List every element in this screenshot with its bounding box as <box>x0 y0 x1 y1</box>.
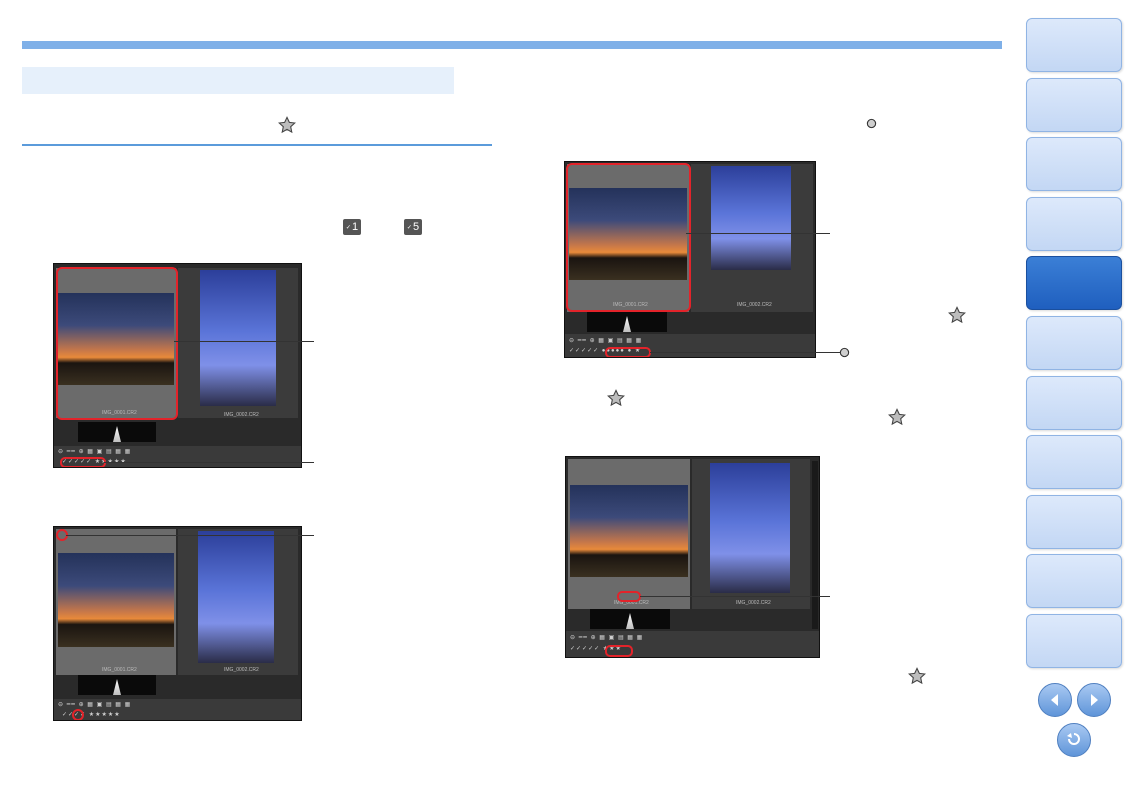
check-mark-1-label: 1 <box>351 221 359 233</box>
star-icon <box>948 306 966 324</box>
highlight-rating-buttons <box>605 347 651 357</box>
sidebar-tab-8[interactable] <box>1026 435 1122 489</box>
thumbnail-cell-selected[interactable]: IMG_0001.CR2 <box>568 459 690 609</box>
night-thumbnail <box>198 531 274 663</box>
sidebar-tab-5-active[interactable] <box>1026 256 1122 310</box>
toolbar-row-top: ⊖ ━━ ⊕ ▦ ▣ ▤ ▦ ▦ <box>58 449 132 455</box>
previous-page-button[interactable] <box>1038 683 1072 717</box>
sidebar-tab-9[interactable] <box>1026 495 1122 549</box>
star-icon <box>908 667 926 685</box>
scrollbar[interactable] <box>812 461 818 629</box>
check-mark-5-icon: ✓ 5 <box>404 219 422 235</box>
histogram <box>78 422 156 442</box>
night-thumbnail <box>711 166 791 270</box>
screenshot-check-marks-panel: IMG_0001.CR2 IMG_0002.CR2 ⊖ ━━ ⊕ ▦ ▣ ▤ ▦… <box>53 263 302 468</box>
thumbnail-cell[interactable]: IMG_0002.CR2 <box>691 164 813 312</box>
sidebar-tab-6[interactable] <box>1026 316 1122 370</box>
dot-icon <box>866 118 877 129</box>
thumbnail-cell-selected[interactable]: IMG_0001.CR2 <box>56 529 176 675</box>
highlight-check-buttons <box>60 457 106 467</box>
screenshot-rating-panel: IMG_0001.CR2 IMG_0002.CR2 ⊖ ━━ ⊕ ▦ ▣ ▤ ▦… <box>564 161 816 358</box>
highlight-selected-image <box>56 267 178 420</box>
next-page-button[interactable] <box>1077 683 1111 717</box>
toolbar: ⊖ ━━ ⊕ ▦ ▣ ▤ ▦ ▦ ✓✓✓✓✓ ★★★ <box>566 631 819 657</box>
subsection-underline <box>22 144 492 146</box>
callout-line <box>174 341 314 342</box>
star-icon <box>278 116 296 134</box>
highlight-rating-on-image <box>617 591 641 602</box>
sidebar-tab-11[interactable] <box>1026 614 1122 668</box>
sidebar-tab-4[interactable] <box>1026 197 1122 251</box>
star-icon <box>888 408 906 426</box>
histogram <box>590 609 670 629</box>
dot-icon <box>839 347 850 358</box>
file-name-label: IMG_0002.CR2 <box>737 302 772 308</box>
check-mark-buttons[interactable]: ✓✓✓✓ ★★★★★ <box>62 711 121 718</box>
toolbar: ⊖ ━━ ⊕ ▦ ▣ ▤ ▦ ▦ ✓✓✓✓ ★★★★★ <box>54 699 301 720</box>
night-thumbnail <box>710 463 790 593</box>
check-mark-1-icon: ✓ 1 <box>343 219 361 235</box>
highlight-selected-image <box>566 163 691 312</box>
page-header-bar <box>22 41 1002 49</box>
thumbnail-cell[interactable]: IMG_0002.CR2 <box>178 529 298 675</box>
previous-page-icon <box>1051 694 1058 706</box>
callout-line <box>104 462 314 463</box>
callout-line <box>640 596 830 597</box>
sidebar-tab-7[interactable] <box>1026 376 1122 430</box>
file-name-label: IMG_0001.CR2 <box>102 667 137 673</box>
sidebar-tab-2[interactable] <box>1026 78 1122 132</box>
night-thumbnail <box>200 270 276 406</box>
toolbar-row-top: ⊖ ━━ ⊕ ▦ ▣ ▤ ▦ ▦ <box>569 338 643 344</box>
file-name-label: IMG_0002.CR2 <box>736 600 771 606</box>
callout-line <box>650 352 840 353</box>
histogram <box>587 312 667 332</box>
next-page-icon <box>1091 694 1098 706</box>
screenshot-rating-applied: IMG_0001.CR2 IMG_0002.CR2 ⊖ ━━ ⊕ ▦ ▣ ▤ ▦… <box>565 456 820 658</box>
sidebar-tab-3[interactable] <box>1026 137 1122 191</box>
toolbar-row-top: ⊖ ━━ ⊕ ▦ ▣ ▤ ▦ ▦ <box>570 635 644 641</box>
return-button[interactable] <box>1057 723 1091 757</box>
callout-line <box>66 535 314 536</box>
file-name-label: IMG_0002.CR2 <box>224 667 259 673</box>
highlight-rating-buttons <box>605 645 633 657</box>
histogram <box>78 675 156 695</box>
check-mark-5-label: 5 <box>412 221 420 233</box>
highlight-check-button <box>72 709 84 720</box>
section-title-box <box>22 67 454 94</box>
sidebar-tab-10[interactable] <box>1026 554 1122 608</box>
toolbar-row-top: ⊖ ━━ ⊕ ▦ ▣ ▤ ▦ ▦ <box>58 702 132 708</box>
callout-line <box>686 233 830 234</box>
thumbnail-cell[interactable]: IMG_0002.CR2 <box>692 459 810 609</box>
file-name-label: IMG_0002.CR2 <box>224 412 259 418</box>
sunset-thumbnail <box>58 553 174 647</box>
thumbnail-cell[interactable]: IMG_0002.CR2 <box>178 268 298 418</box>
return-icon <box>1067 733 1080 745</box>
sidebar-tab-1[interactable] <box>1026 18 1122 72</box>
star-icon <box>607 389 625 407</box>
sunset-thumbnail <box>570 485 688 577</box>
screenshot-check-mark-applied: IMG_0001.CR2 IMG_0002.CR2 ⊖ ━━ ⊕ ▦ ▣ ▤ ▦… <box>53 526 302 721</box>
toolbar: ⊖ ━━ ⊕ ▦ ▣ ▤ ▦ ▦ ✓✓✓✓✓ ●●●●● ● ★ <box>565 334 815 357</box>
